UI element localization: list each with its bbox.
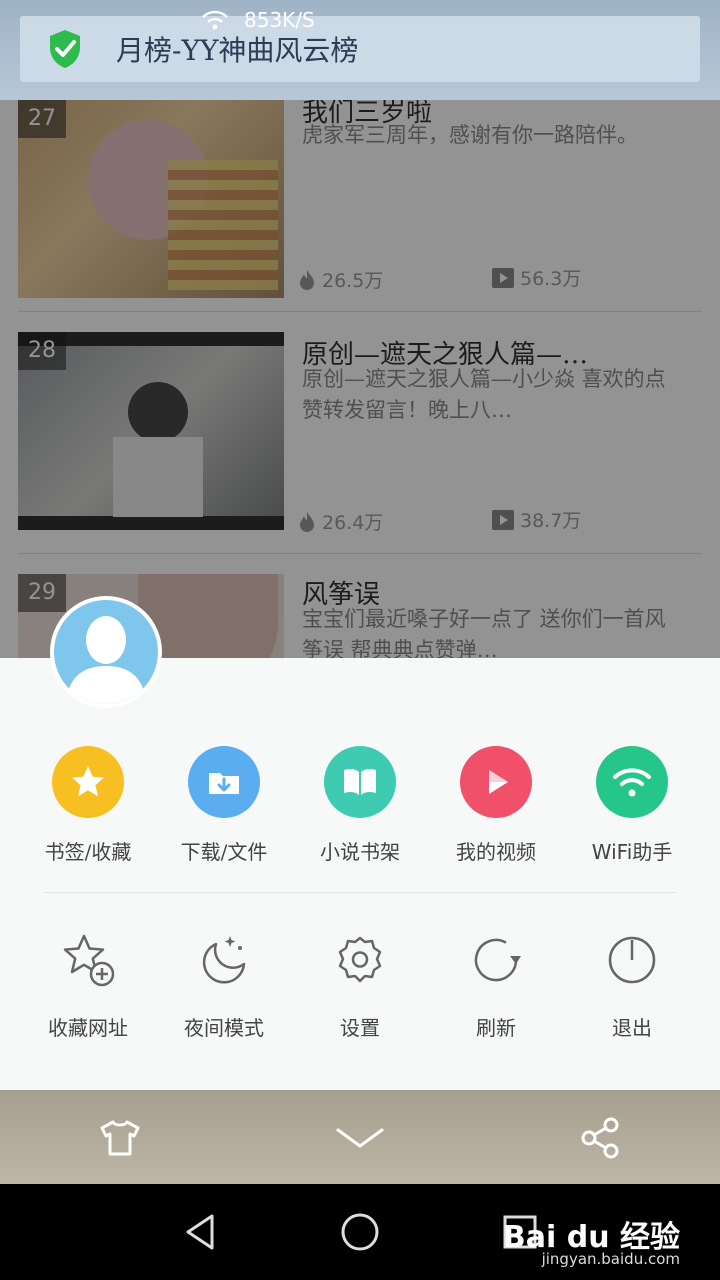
refresh-icon: [474, 938, 521, 982]
back-triangle-icon: [186, 1214, 214, 1250]
share-button[interactable]: [572, 1110, 628, 1166]
menu-row-secondary: 收藏网址 夜间模式 设置 刷新 退出: [20, 928, 700, 1041]
menu-item-wifi-assistant[interactable]: WiFi助手: [564, 746, 700, 865]
wifi-icon: [613, 768, 651, 797]
notification-title: 月榜-YY神曲风云榜: [116, 34, 359, 67]
my-videos-circle: [460, 746, 532, 818]
shirt-icon: [100, 1120, 140, 1156]
menu-item-downloads[interactable]: 下载/文件: [156, 746, 292, 865]
menu-item-label: 退出: [612, 1016, 652, 1040]
menu-item-novel-shelf[interactable]: 小说书架: [292, 746, 428, 865]
power-icon: [608, 936, 656, 984]
menu-divider: [44, 892, 676, 893]
book-icon: [344, 768, 376, 795]
downloads-circle: [188, 746, 260, 818]
star-add-icon: [63, 934, 115, 987]
network-indicator: 853K/S: [200, 8, 315, 32]
gear-icon: [338, 936, 382, 983]
skin-button[interactable]: [92, 1110, 148, 1166]
play-icon: [489, 770, 508, 794]
menu-row-primary: 书签/收藏 下载/文件 小说书架 我的视频 WiFi助手: [20, 746, 700, 865]
bookmarks-circle: [52, 746, 124, 818]
menu-item-label: WiFi助手: [591, 840, 673, 864]
menu-item-label: 设置: [340, 1016, 380, 1040]
nav-home-button[interactable]: [334, 1206, 386, 1258]
default-user-icon: [66, 616, 146, 704]
home-circle-icon: [341, 1213, 379, 1251]
user-avatar[interactable]: [50, 596, 162, 708]
menu-item-label: 收藏网址: [48, 1016, 128, 1040]
collapse-menu-button[interactable]: [332, 1110, 388, 1166]
notification-banner[interactable]: 月榜-YY神曲风云榜: [20, 16, 700, 82]
menu-item-bookmark-url[interactable]: 收藏网址: [20, 928, 156, 1041]
net-speed-text: 853K/S: [244, 8, 315, 32]
menu-item-label: 书签/收藏: [44, 840, 132, 864]
novel-shelf-circle: [324, 746, 396, 818]
nav-back-button[interactable]: [174, 1206, 226, 1258]
download-folder-icon: [209, 773, 239, 794]
bottom-toolbar: [0, 1090, 720, 1184]
star-icon: [72, 766, 104, 797]
menu-item-bookmarks[interactable]: 书签/收藏: [20, 746, 156, 865]
shield-check-icon: [50, 30, 80, 68]
menu-item-settings[interactable]: 设置: [292, 928, 428, 1041]
wifi-assistant-circle: [596, 746, 668, 818]
menu-item-refresh[interactable]: 刷新: [428, 928, 564, 1041]
moon-icon: [202, 936, 246, 984]
watermark-url: jingyan.baidu.com: [541, 1250, 680, 1268]
menu-item-label: 夜间模式: [184, 1016, 264, 1040]
menu-item-exit[interactable]: 退出: [564, 928, 700, 1041]
menu-item-label: 刷新: [476, 1016, 516, 1040]
menu-item-night-mode[interactable]: 夜间模式: [156, 928, 292, 1041]
share-icon: [581, 1117, 619, 1159]
menu-item-label: 下载/文件: [180, 840, 268, 864]
menu-item-label: 小说书架: [320, 840, 400, 864]
menu-item-label: 我的视频: [456, 840, 536, 864]
wifi-signal-icon: [202, 10, 228, 30]
chevron-down-icon: [336, 1128, 384, 1148]
menu-item-my-videos[interactable]: 我的视频: [428, 746, 564, 865]
